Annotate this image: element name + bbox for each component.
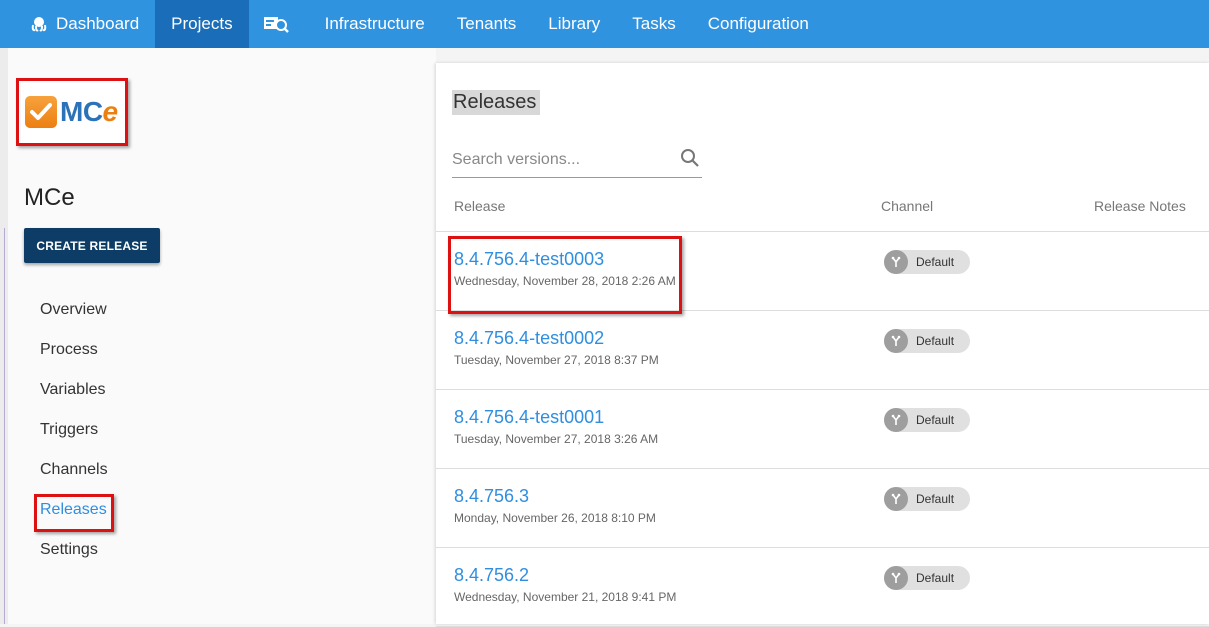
nav-label: Infrastructure [324,14,425,33]
channel-label: Default [916,334,955,348]
page-title: Releases [452,90,541,115]
column-header-release: Release [454,198,506,214]
menu-settings[interactable]: Settings [40,536,108,576]
release-row[interactable]: 8.4.756.4-test0001 Tuesday, November 27,… [436,390,1209,469]
checkmark-icon [25,96,57,128]
menu-variables[interactable]: Variables [40,376,108,416]
releases-panel: Releases Release Channel Release Notes 8… [436,63,1209,627]
release-date: Tuesday, November 27, 2018 3:26 AM [454,432,659,446]
search-input[interactable] [452,149,672,171]
channel-label: Default [916,571,955,585]
project-menu: Overview Process Variables Triggers Chan… [40,296,108,576]
nav-library[interactable]: Library [532,0,616,48]
menu-triggers[interactable]: Triggers [40,416,108,456]
logo-text: MCe [60,96,118,127]
nav-tenants[interactable]: Tenants [441,0,533,48]
nav-dashboard[interactable]: Dashboard [0,0,155,48]
nav-tasks[interactable]: Tasks [616,0,691,48]
channel-branch-icon [884,329,908,353]
channel-branch-icon [884,408,908,432]
nav-label: Dashboard [56,14,140,33]
menu-overview[interactable]: Overview [40,296,108,336]
top-nav: Dashboard Projects Infrastructure Tenant… [0,0,1209,48]
nav-machines-search[interactable] [249,0,309,48]
project-title: MCe [24,184,75,211]
left-edge [0,48,8,624]
nav-infrastructure[interactable]: Infrastructure [309,0,441,48]
search-icon[interactable] [680,148,700,168]
channel-label: Default [916,492,955,506]
releases-highlight-box [34,494,114,532]
create-release-button[interactable]: CREATE RELEASE [24,228,160,263]
channel-chip: Default [884,408,970,432]
release-date: Monday, November 26, 2018 8:10 PM [454,511,656,525]
channel-chip: Default [884,487,970,511]
channel-branch-icon [884,487,908,511]
nav-projects[interactable]: Projects [155,0,249,48]
release-row[interactable]: 8.4.756.4-test0002 Tuesday, November 27,… [436,311,1209,390]
release-row[interactable]: 8.4.756.2 Wednesday, November 21, 2018 9… [436,548,1209,627]
edge-line [4,228,5,624]
octopus-icon [31,17,47,32]
nav-label: Tenants [456,14,517,33]
project-logo: MCe [16,78,128,146]
menu-process[interactable]: Process [40,336,108,376]
menu-channels[interactable]: Channels [40,456,108,496]
channel-branch-icon [884,566,908,590]
project-sidebar: MCe MCe CREATE RELEASE Overview Process … [8,48,436,624]
nav-configuration[interactable]: Configuration [692,0,825,48]
nav-label: Tasks [632,14,676,33]
release-version-link[interactable]: 8.4.756.3 [454,486,529,507]
release-date: Tuesday, November 27, 2018 8:37 PM [454,353,659,367]
column-header-release-notes: Release Notes [1094,198,1186,214]
release-date: Wednesday, November 21, 2018 9:41 PM [454,590,677,604]
channel-chip: Default [884,566,970,590]
search-field [452,143,702,178]
release-version-link[interactable]: 8.4.756.4-test0001 [454,407,604,428]
release-version-link[interactable]: 8.4.756.2 [454,565,529,586]
channel-label: Default [916,413,955,427]
channel-chip: Default [884,329,970,353]
channel-label: Default [916,255,955,269]
release-version-link[interactable]: 8.4.756.4-test0002 [454,328,604,349]
nav-label: Configuration [707,14,809,33]
release-highlight-box [448,236,682,314]
nav-label: Library [548,14,601,33]
nav-label: Projects [171,14,233,33]
channel-branch-icon [884,250,908,274]
release-row[interactable]: 8.4.756.3 Monday, November 26, 2018 8:10… [436,469,1209,548]
search-machines-icon [263,17,289,33]
channel-chip: Default [884,250,970,274]
column-header-channel: Channel [881,198,934,214]
